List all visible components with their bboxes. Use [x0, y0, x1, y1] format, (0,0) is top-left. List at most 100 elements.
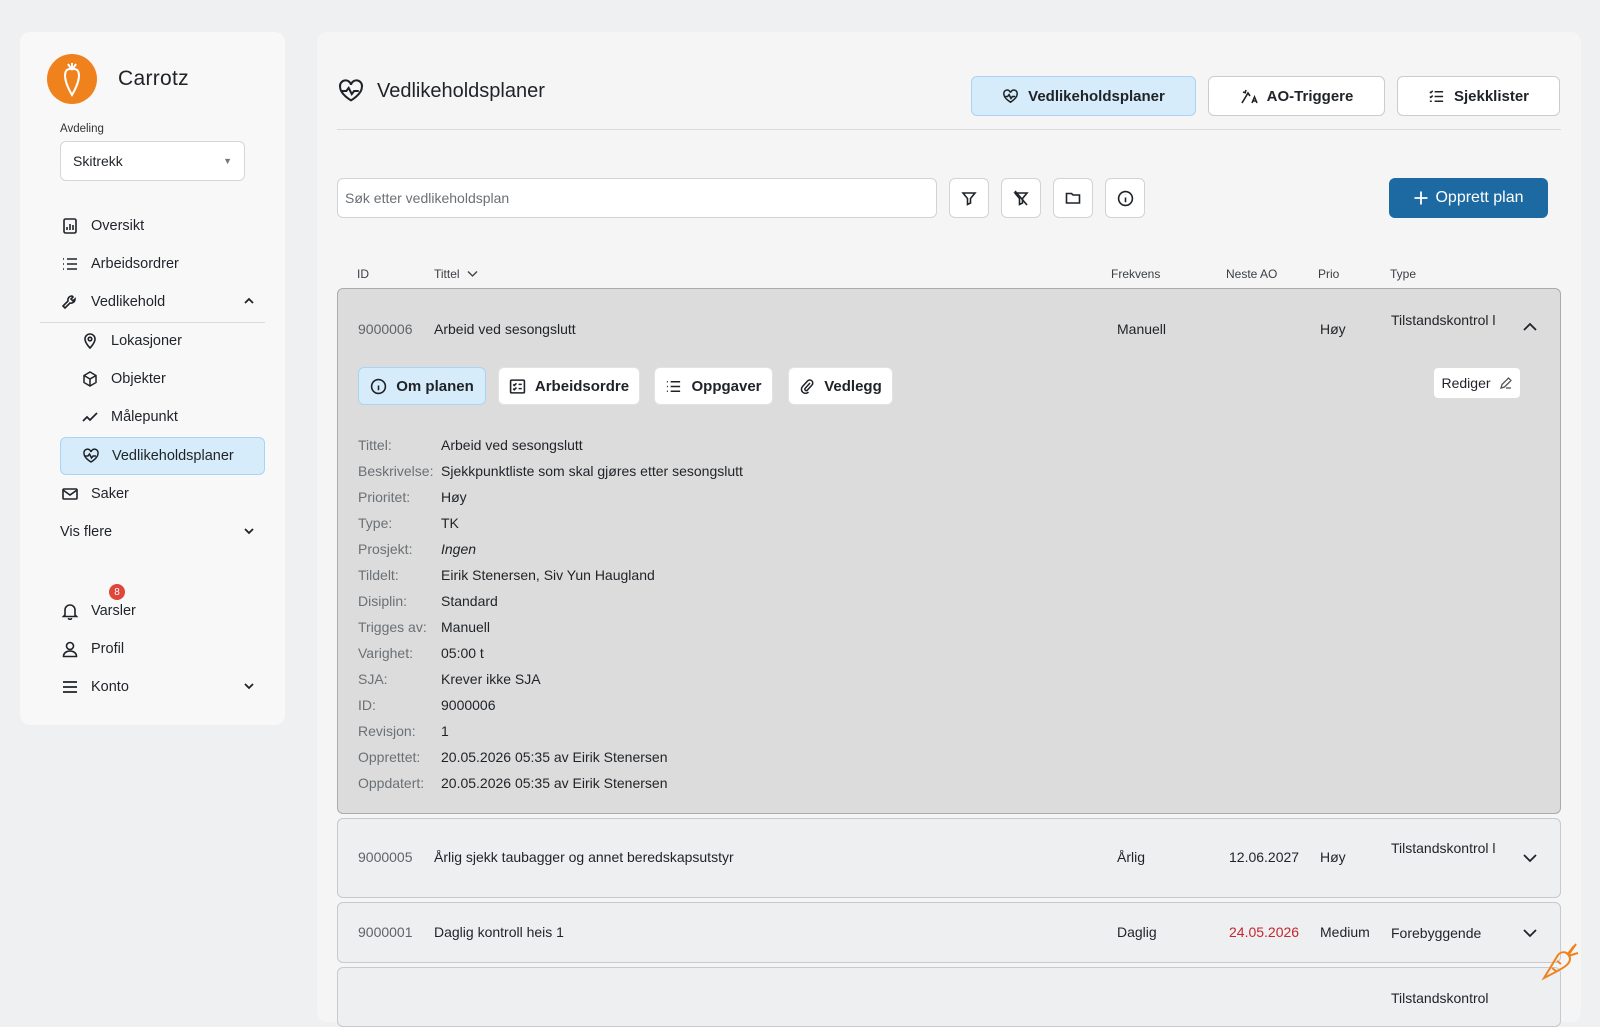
subtab-tasks[interactable]: Oppgaver: [654, 367, 773, 405]
nav-item-alerts[interactable]: 8 Varsler: [60, 584, 265, 630]
nav-label: Varsler: [91, 603, 136, 619]
carrot-help-icon[interactable]: [1540, 940, 1582, 982]
column-header-next[interactable]: Neste AO: [1226, 267, 1277, 281]
row-frequency: Manuell: [1117, 321, 1167, 337]
row-id: 9000005: [358, 849, 413, 865]
create-plan-button[interactable]: Opprett plan: [1389, 178, 1548, 218]
nav-item-measurepoint[interactable]: Målepunkt: [80, 398, 285, 436]
row-title: Arbeid ved sesongslutt: [434, 321, 576, 337]
nav-label: Profil: [91, 641, 125, 657]
nav-item-objects[interactable]: Objekter: [80, 360, 285, 398]
detail-label: Prioritet:: [358, 489, 411, 505]
detail-value: Sjekkpunktliste som skal gjøres etter se…: [441, 463, 743, 479]
nav-label: Lokasjoner: [111, 333, 182, 349]
workorder-icon: [509, 378, 526, 395]
row-id: 9000006: [358, 321, 413, 337]
column-header-title[interactable]: Tittel: [434, 267, 478, 281]
department-select[interactable]: Skitrekk ▼: [60, 141, 245, 181]
detail-value: 20.05.2026 05:35 av Eirik Stenersen: [441, 775, 668, 791]
chevron-down-icon: [243, 525, 255, 537]
department-label: Avdeling: [60, 123, 104, 135]
pencil-icon: [1499, 376, 1513, 390]
row-frequency: Årlig: [1117, 849, 1146, 865]
checklist-icon: [1428, 88, 1445, 105]
nav-item-account[interactable]: Konto: [60, 668, 265, 706]
brand-name: Carrotz: [118, 67, 189, 90]
search-input[interactable]: Søk etter vedlikeholdsplan: [337, 178, 937, 218]
heart-pulse-icon: [1002, 88, 1019, 105]
table-row[interactable]: 9000001 Daglig kontroll heis 1 Daglig 24…: [337, 902, 1561, 963]
table-row[interactable]: Tilstandskontrol: [337, 967, 1561, 1027]
tab-label: Vedlikeholdsplaner: [1028, 87, 1165, 105]
nav-item-profile[interactable]: Profil: [60, 630, 265, 668]
brand[interactable]: Carrotz: [47, 54, 189, 104]
page-title: Vedlikeholdsplaner: [377, 79, 545, 102]
row-next: 12.06.2027: [1229, 849, 1300, 865]
plus-icon: [1413, 190, 1429, 206]
chevron-up-icon[interactable]: [1522, 319, 1538, 335]
nav-item-maintenance[interactable]: Vedlikehold: [60, 283, 265, 321]
nav-item-cases[interactable]: Saker: [60, 475, 265, 513]
column-header-type[interactable]: Type: [1390, 267, 1416, 281]
nav-item-overview[interactable]: Oversikt: [60, 207, 265, 245]
nav-label: Vis flere: [60, 524, 113, 540]
table-row[interactable]: 9000005 Årlig sjekk taubagger og annet b…: [337, 818, 1561, 898]
folder-button[interactable]: [1053, 178, 1093, 218]
subtab-attachments[interactable]: Vedlegg: [788, 367, 893, 405]
nav-label: Objekter: [111, 371, 166, 387]
nav-item-locations[interactable]: Lokasjoner: [80, 322, 285, 360]
table-row[interactable]: 9000006 Arbeid ved sesongslutt Manuell H…: [337, 288, 1561, 814]
column-header-prio[interactable]: Prio: [1318, 267, 1339, 281]
carrot-logo-icon: [47, 54, 97, 104]
detail-value: Standard: [441, 593, 498, 609]
row-type: Tilstandskontrol l: [1391, 312, 1496, 328]
tab-plans[interactable]: Vedlikeholdsplaner: [971, 76, 1196, 116]
detail-value: Eirik Stenersen, Siv Yun Haugland: [441, 567, 655, 583]
subtab-workorders[interactable]: Arbeidsordre: [498, 367, 640, 405]
column-header-frequency[interactable]: Frekvens: [1111, 267, 1160, 281]
row-frequency: Daglig: [1117, 924, 1157, 940]
chevron-down-icon: ▼: [223, 156, 232, 166]
alerts-badge: 8: [109, 584, 125, 600]
detail-value: Manuell: [441, 619, 491, 635]
nav-label: Vedlikeholdsplaner: [112, 448, 234, 464]
clear-filter-button[interactable]: [1001, 178, 1041, 218]
sort-chevron-down-icon: [467, 270, 478, 278]
create-plan-label: Opprett plan: [1435, 189, 1524, 206]
tab-label: Sjekklister: [1453, 87, 1530, 105]
info-icon: [370, 378, 387, 395]
filter-button[interactable]: [949, 178, 989, 218]
edit-button[interactable]: Rediger: [1434, 368, 1520, 398]
nav-label: Målepunkt: [111, 409, 178, 425]
row-type: Forebyggende: [1391, 925, 1482, 941]
column-header-id[interactable]: ID: [357, 267, 369, 281]
detail-value: Arbeid ved sesongslutt: [441, 437, 583, 453]
detail-label: Oppdatert:: [358, 775, 425, 791]
detail-value: 9000006: [441, 697, 496, 713]
sidebar: Carrotz Avdeling Skitrekk ▼ Oversikt Arb…: [20, 32, 285, 725]
detail-value: Høy: [441, 489, 467, 505]
detail-value: Krever ikke SJA: [441, 671, 541, 687]
tab-checklists[interactable]: Sjekklister: [1397, 76, 1560, 116]
detail-label: Beskrivelse:: [358, 463, 434, 479]
list-icon: [665, 378, 682, 395]
subtab-label: Vedlegg: [824, 377, 882, 395]
detail-label: Tildelt:: [358, 567, 399, 583]
chevron-down-icon[interactable]: [1522, 925, 1538, 941]
detail-label: Opprettet:: [358, 749, 421, 765]
detail-value: 20.05.2026 05:35 av Eirik Stenersen: [441, 749, 668, 765]
header-divider: [337, 129, 1561, 130]
nav-item-workorders[interactable]: Arbeidsordrer: [60, 245, 265, 283]
nav-label: Konto: [91, 679, 129, 695]
nav-item-more[interactable]: Vis flere: [60, 513, 265, 551]
chevron-down-icon[interactable]: [1522, 850, 1538, 866]
info-button[interactable]: [1105, 178, 1145, 218]
row-id: 9000001: [358, 924, 413, 940]
nav-item-plans[interactable]: Vedlikeholdsplaner: [60, 437, 265, 475]
tab-triggers[interactable]: AO-Triggere: [1208, 76, 1385, 116]
edit-label: Rediger: [1441, 375, 1491, 391]
filter-icon: [961, 190, 977, 206]
subtab-about[interactable]: Om planen: [358, 367, 486, 405]
detail-label: Revisjon:: [358, 723, 416, 739]
page-header: Vedlikeholdsplaner: [337, 77, 545, 105]
